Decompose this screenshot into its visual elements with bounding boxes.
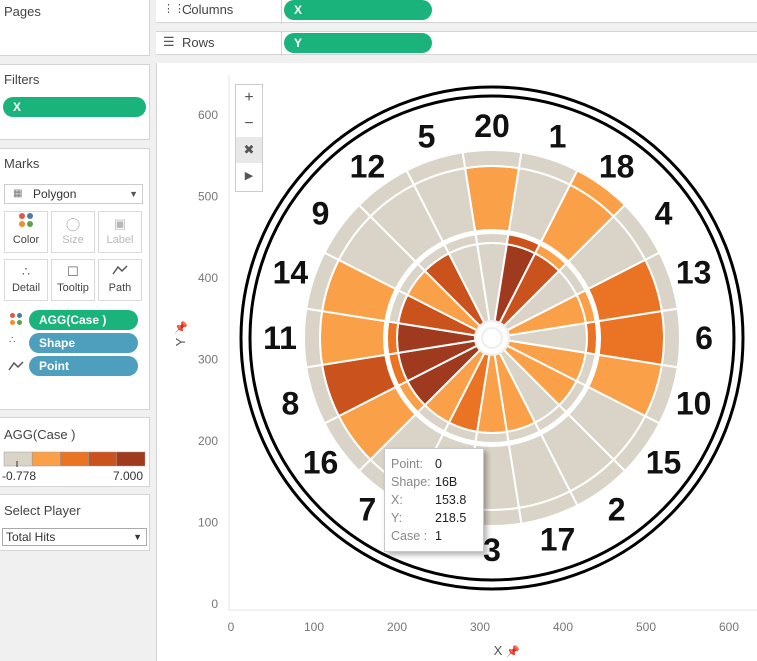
tooltip-key: Point: [391, 457, 423, 471]
tooltip-row-x: X: 153.8 [391, 491, 483, 509]
tooltip-key: Y: [391, 511, 403, 525]
x-tick-label: 300 [470, 620, 490, 634]
tooltip: Point: 0 Shape: 16B X: 153.8 Y: 218.5 Case :… [384, 448, 484, 552]
tooltip-value: 153.8 [435, 493, 467, 507]
dartboard-chart: 6005004003002001000 0 100 200 300 400 500 600 … [173, 75, 757, 658]
board-number: 10 [676, 386, 712, 422]
segment-triple-3[interactable] [474, 430, 510, 444]
tooltip-value: 0 [435, 457, 442, 471]
board-number: 8 [281, 386, 299, 422]
y-tick-label: 600 [198, 108, 218, 122]
tooltip-value: 16B [435, 475, 458, 489]
zoom-toolbar: + − ✖ ▶ [235, 84, 263, 192]
tooltip-value: 1 [435, 529, 442, 543]
x-tick-label: 0 [228, 620, 235, 634]
x-axis-label: X [494, 643, 503, 658]
board-number: 13 [676, 254, 712, 290]
x-tick-label: 200 [387, 620, 407, 634]
y-tick-label: 100 [198, 516, 218, 530]
x-tick-label: 500 [636, 620, 656, 634]
board-number: 17 [540, 522, 576, 558]
tooltip-key: X: [391, 493, 403, 507]
segment-double-20[interactable] [461, 149, 523, 170]
board-number: 11 [263, 320, 297, 356]
segment-double-6[interactable] [660, 307, 681, 369]
tooltip-row-y: Y: 218.5 [391, 509, 483, 527]
zoom-in-icon[interactable]: + [236, 85, 262, 111]
tooltip-value: 218.5 [435, 511, 467, 525]
board-number: 2 [608, 492, 626, 528]
board-number: 9 [312, 195, 330, 231]
y-axis-pin-icon[interactable]: 📌 [174, 320, 188, 334]
board-number: 3 [483, 532, 501, 568]
segment-triple-20[interactable] [474, 232, 510, 246]
pin-reset-icon[interactable]: ✖ [236, 137, 262, 163]
board-number: 16 [303, 445, 339, 481]
board-number: 15 [646, 445, 682, 481]
board-number: 1 [549, 118, 567, 154]
y-tick-label: 0 [211, 597, 218, 611]
bullseye[interactable] [481, 327, 503, 349]
board-number: 12 [350, 148, 386, 184]
board-number: 4 [655, 195, 673, 231]
segment-double-11[interactable] [303, 307, 324, 369]
tooltip-row-shape: Shape: 16B [391, 473, 483, 491]
expand-arrow-icon[interactable]: ▶ [236, 163, 262, 189]
x-tick-label: 100 [304, 620, 324, 634]
tooltip-row-point: Point: 0 [391, 455, 483, 473]
tooltip-row-case: Case : 1 [391, 527, 483, 545]
y-axis-label: Y [173, 337, 188, 346]
board-number: 20 [474, 108, 510, 144]
y-tick-label: 200 [198, 434, 218, 448]
segment-triple-11[interactable] [386, 320, 400, 356]
x-tick-label: 600 [719, 620, 739, 634]
board-number: 7 [358, 492, 376, 528]
board-number: 5 [418, 118, 436, 154]
tooltip-key: Shape: [391, 475, 431, 489]
y-tick-label: 300 [198, 353, 218, 367]
y-tick-label: 400 [198, 271, 218, 285]
board-number: 14 [273, 254, 309, 290]
y-tick-label: 500 [198, 190, 218, 204]
board-number: 18 [599, 148, 635, 184]
x-axis-pin-icon[interactable]: 📌 [506, 644, 520, 658]
zoom-out-icon[interactable]: − [236, 111, 262, 137]
x-tick-label: 400 [553, 620, 573, 634]
board-number: 6 [695, 320, 713, 356]
segment-triple-6[interactable] [584, 320, 598, 356]
tooltip-key: Case : [391, 529, 428, 543]
